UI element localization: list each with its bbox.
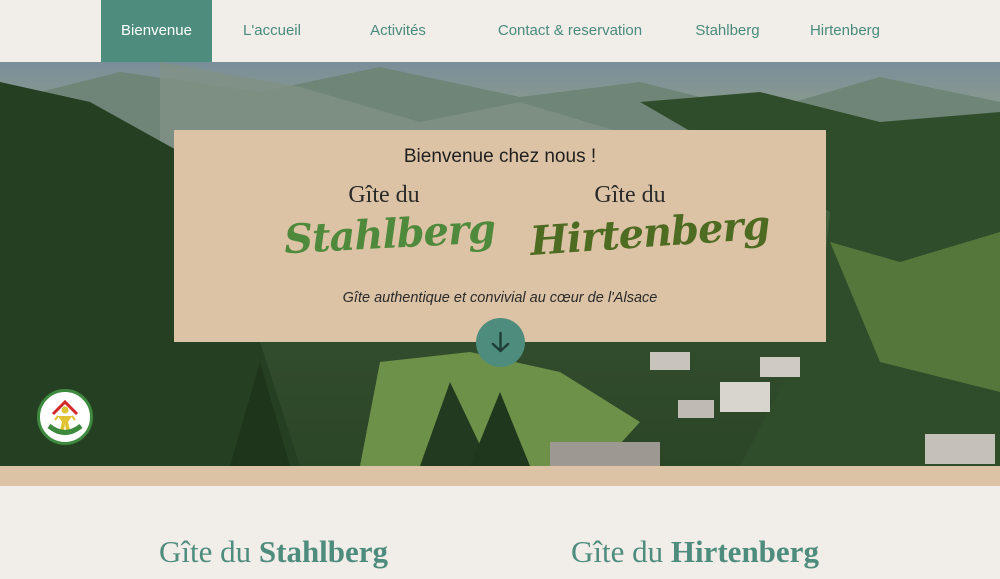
welcome-card: Bienvenue chez nous ! Gîte du Stahlberg … bbox=[174, 130, 826, 342]
section-title-hirtenberg: Gîte du Hirtenberg bbox=[571, 534, 819, 570]
welcome-subtitle: Gîte authentique et convivial au cœur de… bbox=[342, 290, 658, 306]
section-title-hirtenberg-name: Hirtenberg bbox=[670, 534, 819, 569]
gite-hirtenberg-name: Hirtenberg bbox=[528, 201, 771, 265]
welcome-heading: Bienvenue chez nous ! bbox=[403, 146, 597, 167]
section-title-hirtenberg-prefix: Gîte du bbox=[571, 534, 664, 569]
section-title-stahlberg-name: Stahlberg bbox=[258, 534, 389, 569]
section-title-stahlberg-prefix: Gîte du bbox=[159, 534, 252, 569]
gites-de-france-logo[interactable] bbox=[37, 389, 93, 445]
nav-item-activites[interactable]: Activités bbox=[348, 0, 448, 62]
nav-item-contact[interactable]: Contact & reservation bbox=[480, 0, 660, 62]
tan-divider-band bbox=[0, 466, 1000, 486]
nav-item-bienvenue[interactable]: Bienvenue bbox=[101, 0, 212, 62]
gite-stahlberg-name: Stahlberg bbox=[282, 205, 497, 264]
arrow-down-icon bbox=[491, 331, 510, 353]
gite-hirtenberg-prefix: Gîte du bbox=[594, 182, 666, 208]
section-title-stahlberg: Gîte du Stahlberg bbox=[159, 534, 388, 570]
nav-item-stahlberg[interactable]: Stahlberg bbox=[680, 0, 775, 62]
gite-hirtenberg-logo[interactable]: Gîte du Hirtenberg bbox=[529, 182, 771, 265]
gite-stahlberg-prefix: Gîte du bbox=[348, 182, 420, 208]
nav-item-accueil[interactable]: L'accueil bbox=[222, 0, 322, 62]
gites-de-france-icon bbox=[47, 399, 83, 435]
gite-stahlberg-logo[interactable]: Gîte du Stahlberg bbox=[283, 182, 496, 263]
scroll-down-button[interactable] bbox=[476, 318, 525, 367]
top-navigation: Bienvenue L'accueil Activités Contact & … bbox=[0, 0, 1000, 62]
nav-item-hirtenberg[interactable]: Hirtenberg bbox=[795, 0, 895, 62]
